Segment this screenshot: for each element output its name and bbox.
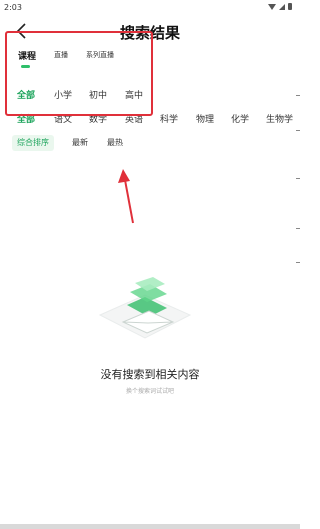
annotation-highlight-box [5, 31, 153, 116]
sort-hottest[interactable]: 最热 [107, 135, 123, 151]
sort-comprehensive[interactable]: 综合排序 [12, 135, 54, 151]
subject-filter-biology[interactable]: 生物学 [266, 112, 293, 125]
signal-icon [279, 3, 285, 10]
system-navigation-bar [0, 524, 300, 529]
empty-state-title: 没有搜索到相关内容 [100, 368, 200, 381]
subject-filter-physics[interactable]: 物理 [196, 112, 214, 125]
edge-mark [296, 95, 300, 96]
subject-filter-science[interactable]: 科学 [160, 112, 178, 125]
status-icons [268, 3, 292, 10]
edge-mark [296, 228, 300, 229]
edge-mark [296, 262, 300, 263]
wifi-icon [268, 3, 276, 10]
sort-newest[interactable]: 最新 [72, 135, 88, 151]
edge-mark [296, 178, 300, 179]
status-time: 2:03 [4, 3, 22, 12]
status-bar: 2:03 [0, 0, 300, 16]
battery-icon [288, 3, 292, 10]
subject-filter-chemistry[interactable]: 化学 [231, 112, 249, 125]
empty-state-hint: 换个搜索词试试吧 [125, 388, 174, 395]
empty-illustration [95, 270, 195, 355]
edge-mark [296, 130, 300, 131]
annotation-arrow-icon [118, 169, 134, 224]
